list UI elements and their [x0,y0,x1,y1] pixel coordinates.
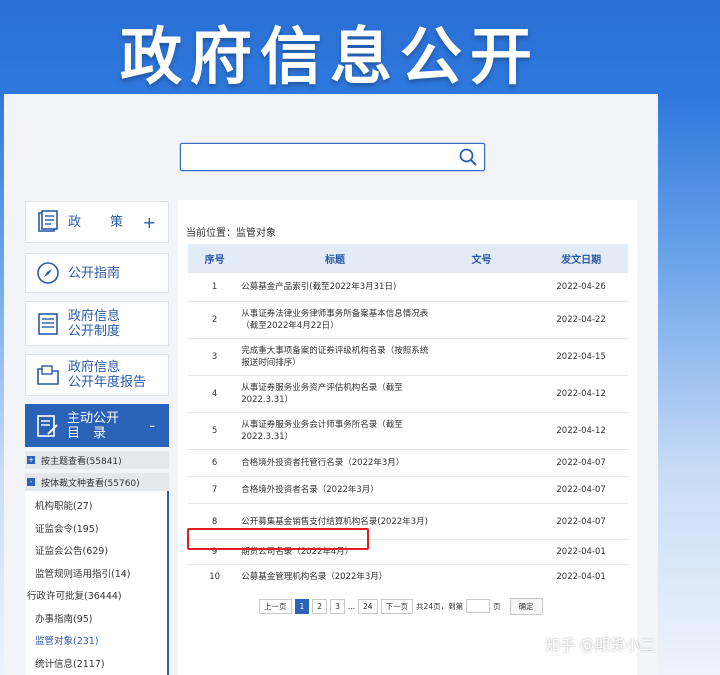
type-sub-list: 机构职能(27) 证监会令(195) 证监会公告(629) 监管规则适用指引(1… [25,491,169,675]
prev-page-button[interactable]: 上一页 [259,598,292,614]
by-type-label: 按体裁文种查看(55760) [41,478,140,489]
page-3-button[interactable]: 3 [330,598,345,614]
col-title-header: 标题 [241,244,429,273]
table-row[interactable]: 5 从事证券服务业务会计师事务所名录（截至2022.3.31） 2022-04-… [188,412,628,450]
nav-report-button[interactable]: 政府信息 公开年度报告 [25,354,169,396]
by-topic-button[interactable]: + 按主题查看(55841) [25,451,169,469]
expand-icon[interactable]: + [143,213,156,232]
row-title-link[interactable]: 公募基金管理机构名录（2022年3月） [241,564,429,590]
row-doc-no [428,476,535,504]
sub-item[interactable]: 行政许可批复(36444) [27,588,122,602]
next-page-button[interactable]: 下一页 [380,598,414,614]
row-date: 2022-04-12 [534,412,628,450]
search-icon[interactable] [458,147,478,167]
row-doc-no [428,503,535,540]
row-doc-no [428,272,535,302]
page-ellipsis: ... [347,601,355,611]
row-title-link[interactable]: 公募基金产品索引(截至2022年3月31日) [241,272,429,302]
folder-document-icon [37,365,59,385]
page-total-label: 共24页，到第 [416,601,464,611]
page-24-button[interactable]: 24 [358,598,378,614]
watermark: 知乎 @期货小二 [545,636,655,654]
page-2-button[interactable]: 2 [312,598,328,614]
table-row[interactable]: 7 合格境外投资者名录（2022年3月） 2022-04-07 [188,476,628,504]
row-title-link[interactable]: 从事证券服务业务会计师事务所名录（截至2022.3.31） [241,412,429,450]
row-doc-no [428,449,535,477]
row-title-link[interactable]: 从事证券法律业务律师事务所备案基本信息情况表（截至2022年4月22日） [241,301,429,339]
sub-item-active[interactable]: 监管对象(231) [35,633,99,647]
table-row[interactable]: 4 从事证券服务业务资产评估机构名录（截至2022.3.31） 2022-04-… [188,375,628,413]
sub-item[interactable]: 统计信息(2117) [35,656,105,670]
table-row[interactable]: 6 合格境外投资者托管行名录（2022年3月） 2022-04-07 [188,449,628,477]
go-button[interactable]: 确定 [509,597,543,615]
row-date: 2022-04-07 [534,503,628,540]
row-doc-no [428,338,535,376]
col-doc-header: 文号 [428,244,535,273]
row-date: 2022-04-01 [534,539,628,565]
row-no: 6 [188,449,242,477]
page-1-button[interactable]: 1 [294,598,310,614]
nav-system-button[interactable]: 政府信息 公开制度 [25,301,169,346]
list-document-icon [38,312,58,335]
row-no: 1 [188,272,242,302]
sub-item[interactable]: 证监会令(195) [35,521,99,535]
row-date: 2022-04-07 [534,449,628,477]
nav-guide-button[interactable]: 公开指南 [25,253,169,293]
row-date: 2022-04-07 [534,476,628,504]
highlight-box [187,528,369,550]
table-row[interactable]: 2 从事证券法律业务律师事务所备案基本信息情况表（截至2022年4月22日） 2… [188,301,628,339]
nav-policy-button[interactable]: 政 策 + [25,201,169,243]
sub-item[interactable]: 监管规则适用指引(14) [35,566,131,580]
nav-active-label: 主动公开 目 录 [67,410,120,441]
row-title-link[interactable]: 从事证券服务业务资产评估机构名录（截至2022.3.31） [241,375,429,413]
row-title-link[interactable]: 合格境外投资者名录（2022年3月） [241,476,429,504]
row-date: 2022-04-22 [534,301,628,339]
row-date: 2022-04-12 [534,375,628,413]
nav-report-label: 政府信息 公开年度报告 [68,360,147,390]
sub-item[interactable]: 机构职能(27) [35,498,93,512]
collapse-icon[interactable]: - [149,416,155,435]
table-row[interactable]: 1 公募基金产品索引(截至2022年3月31日) 2022-04-26 [188,272,628,302]
row-no: 7 [188,476,242,504]
page-jump-input[interactable] [466,599,491,613]
row-no: 2 [188,301,242,339]
breadcrumb: 当前位置：监管对象 [186,228,276,239]
row-doc-no [428,539,535,565]
sub-item[interactable]: 证监会公告(629) [35,543,108,557]
row-no: 5 [188,412,242,450]
row-no: 10 [188,564,242,590]
row-title-link[interactable]: 完成重大事项备案的证券评级机构名录（按照系统报送时间排序） [241,338,429,376]
nav-system-label: 政府信息 公开制度 [68,308,121,339]
row-date: 2022-04-15 [534,338,628,376]
row-no: 4 [188,375,242,413]
row-doc-no [428,301,535,339]
row-date: 2022-04-26 [534,272,628,302]
row-no: 3 [188,338,242,376]
col-no-header: 序号 [188,244,242,273]
page-unit-label: 页 [493,601,501,611]
table-row[interactable]: 10 公募基金管理机构名录（2022年3月） 2022-04-01 [188,564,628,590]
row-date: 2022-04-01 [534,564,628,590]
banner-title: 政府信息公开 [119,20,540,93]
row-doc-no [428,564,535,590]
compass-icon [37,262,59,284]
pagination: 上一页 1 2 3 ... 24 下一页 共24页，到第 页 确定 [259,597,543,615]
row-title-link[interactable]: 合格境外投资者托管行名录（2022年3月） [241,449,429,477]
table-row[interactable]: 3 完成重大事项备案的证券评级机构名录（按照系统报送时间排序） 2022-04-… [188,338,628,376]
nav-active-catalog-button[interactable]: 主动公开 目 录 - [25,404,169,447]
collapse-icon: - [27,478,35,486]
col-date-header: 发文日期 [534,244,628,273]
nav-guide-label: 公开指南 [68,265,121,281]
nav-policy-label: 政 策 [68,214,132,230]
row-doc-no [428,412,535,450]
table-header: 序号 标题 文号 发文日期 [188,244,628,273]
document-icon [38,210,58,232]
search-input[interactable] [180,143,485,171]
sub-item[interactable]: 办事指南(95) [35,611,93,625]
row-doc-no [428,375,535,413]
by-topic-label: 按主题查看(55841) [41,456,122,467]
by-type-button[interactable]: - 按体裁文种查看(55760) [25,473,169,491]
expand-icon: + [27,456,35,464]
edit-document-icon [37,414,58,437]
